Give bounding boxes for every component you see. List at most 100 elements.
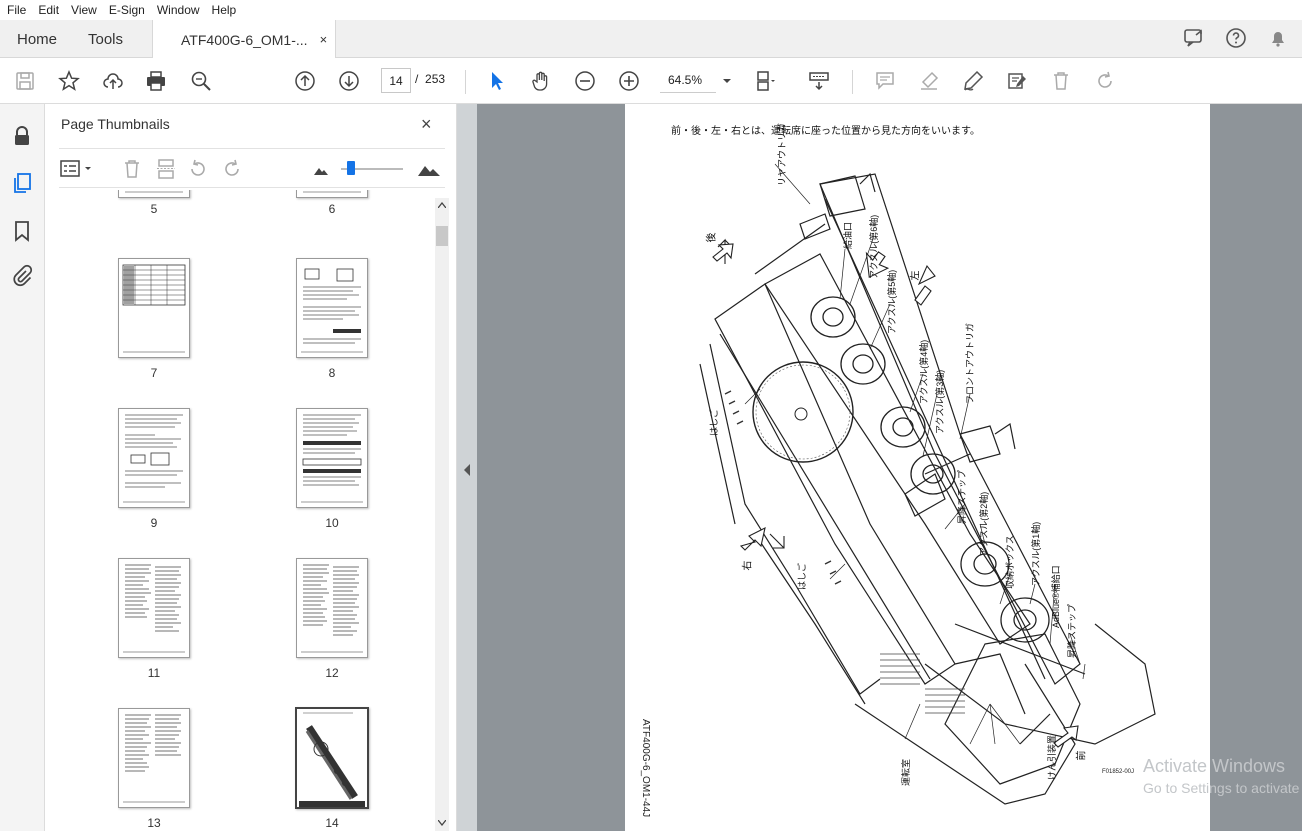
thumbnail-page-11[interactable] (118, 558, 190, 658)
attachments-paperclip-icon[interactable] (10, 264, 34, 288)
arrow-up-circle-icon (295, 71, 315, 91)
hand-tool-button[interactable] (528, 68, 554, 94)
windows-activation-watermark: Activate Windows Go to Settings to activ… (1143, 755, 1299, 799)
label-axle-5: アクスル(第5軸) (887, 269, 897, 334)
redo-button[interactable] (1092, 68, 1118, 94)
label-ladder-front: はしご (797, 562, 807, 590)
tab-close-icon[interactable]: × (320, 32, 328, 47)
thumbnail-options-icon[interactable] (59, 158, 99, 180)
find-button[interactable] (188, 68, 214, 94)
highlight-button[interactable] (916, 68, 942, 94)
menu-window[interactable]: Window (150, 3, 205, 17)
select-tool-button[interactable] (484, 68, 510, 94)
scroll-down-icon[interactable] (438, 820, 446, 826)
previous-page-button[interactable] (292, 68, 318, 94)
label-ladder-rear: はしご (709, 408, 719, 436)
rotate-clockwise-icon[interactable] (221, 158, 243, 180)
direction-right: 右 (742, 560, 754, 571)
tab-bar: Home Tools ATF400G-6_OM1-... × (0, 20, 1302, 59)
thumbnail-page-7[interactable] (118, 258, 190, 358)
draw-button[interactable] (960, 68, 986, 94)
thumbnail-page-14-selected[interactable] (295, 707, 369, 809)
collapse-arrow-icon (464, 464, 470, 476)
label-fuel-port: 給油口 (843, 221, 853, 249)
trash-icon[interactable] (121, 158, 143, 180)
thumbnail-scrollbar[interactable] (435, 198, 449, 831)
bookmarks-icon[interactable] (10, 219, 34, 243)
menu-bar: File Edit View E-Sign Window Help (0, 0, 1302, 20)
thumbnail-label: 10 (325, 516, 339, 530)
trash-icon (1054, 72, 1068, 90)
menu-esign[interactable]: E-Sign (102, 3, 150, 17)
thumbnail-size-slider-handle[interactable] (347, 161, 355, 175)
page-number-input[interactable]: 14 (381, 68, 411, 93)
zoom-dropdown-button[interactable] (714, 68, 740, 94)
thumbnail-label: 6 (328, 202, 336, 216)
label-rear-outrigger: リヤアウトリガ (777, 122, 787, 186)
help-icon[interactable] (1224, 26, 1248, 50)
scroll-mode-button[interactable] (806, 68, 832, 94)
notification-bell-icon[interactable] (1266, 26, 1290, 50)
thumbnail-page-13[interactable] (118, 708, 190, 808)
edit-text-button[interactable] (1004, 68, 1030, 94)
label-storage-box: 収納ボックス (1005, 535, 1015, 589)
bookmark-star-button[interactable] (56, 68, 82, 94)
page-separator: / (415, 72, 419, 86)
share-review-icon[interactable] (1182, 26, 1206, 50)
toolbar-divider (465, 70, 466, 94)
thumbnail-page-9[interactable] (118, 408, 190, 508)
edit-document-icon (1008, 73, 1026, 89)
document-viewer[interactable]: 前・後・左・右とは、運転席に座った位置から見た方向をいいます。 リヤアウトリガ … (477, 104, 1302, 831)
large-thumbnail-icon[interactable] (417, 160, 441, 178)
label-axle-3: アクスル(第3軸) (935, 369, 945, 434)
page-thumbnails-icon[interactable] (10, 171, 34, 195)
thumbnail-list: 5 6 7 8 9 10 11 12 13 14 (45, 190, 435, 831)
scroll-up-icon[interactable] (438, 202, 446, 208)
thumbnail-page-5[interactable] (118, 190, 190, 198)
upload-button[interactable] (100, 68, 126, 94)
tab-document-label: ATF400G-6_OM1-... (181, 31, 308, 48)
tab-document[interactable]: ATF400G-6_OM1-... × (152, 20, 337, 59)
redo-icon (1098, 71, 1112, 88)
thumbnail-page-6[interactable] (296, 190, 368, 198)
tab-home[interactable]: Home (17, 20, 57, 58)
zoom-in-button[interactable] (616, 68, 642, 94)
thumbnail-page-8[interactable] (296, 258, 368, 358)
arrow-down-circle-icon (339, 71, 359, 91)
search-zoom-icon (191, 71, 211, 91)
thumbnail-label: 8 (328, 366, 336, 380)
thumbnail-page-10[interactable] (296, 408, 368, 508)
small-thumbnail-icon[interactable] (313, 163, 329, 177)
star-icon (58, 70, 80, 91)
direction-front: 前 (1076, 750, 1088, 761)
thumbnail-label: 12 (325, 666, 339, 680)
menu-help[interactable]: Help (205, 3, 242, 17)
save-button[interactable] (12, 68, 38, 94)
direction-rear: 後 (706, 232, 718, 243)
zoom-out-button[interactable] (572, 68, 598, 94)
comment-button[interactable] (872, 68, 898, 94)
comment-icon (876, 72, 894, 90)
toolbar-divider (852, 70, 853, 94)
scrollbar-thumb[interactable] (436, 226, 448, 246)
panel-close-icon[interactable]: × (421, 114, 432, 135)
watermark-subtitle: Go to Settings to activate (1143, 780, 1300, 796)
panel-collapse-handle[interactable] (457, 104, 477, 831)
tab-tools[interactable]: Tools (88, 20, 123, 58)
next-page-button[interactable] (336, 68, 362, 94)
delete-button[interactable] (1048, 68, 1074, 94)
label-axle-1: アクスル(第1軸) (1031, 521, 1041, 586)
rotate-counterclockwise-icon[interactable] (187, 158, 209, 180)
thumbnail-page-12[interactable] (296, 558, 368, 658)
menu-edit[interactable]: Edit (31, 3, 64, 17)
minus-circle-icon (575, 71, 595, 91)
zoom-level-select[interactable]: 64.5% (660, 68, 716, 93)
extract-pages-icon[interactable] (155, 158, 177, 180)
page-fit-button[interactable] (752, 68, 778, 94)
print-button[interactable] (143, 68, 169, 94)
menu-file[interactable]: File (0, 3, 31, 17)
lock-icon[interactable] (10, 124, 34, 148)
menu-view[interactable]: View (64, 3, 102, 17)
highlighter-icon (921, 71, 939, 90)
thumbnail-label: 13 (147, 816, 161, 830)
